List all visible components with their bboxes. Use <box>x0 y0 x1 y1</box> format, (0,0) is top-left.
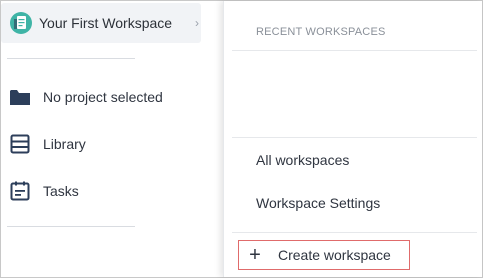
workspace-dropdown: RECENT WORKSPACES All workspaces Workspa… <box>223 1 482 277</box>
sidebar-item-label: No project selected <box>43 89 163 105</box>
dropdown-divider <box>232 137 477 138</box>
sidebar: Your First Workspace › No project select… <box>1 1 223 277</box>
recent-workspaces-heading: RECENT WORKSPACES <box>256 26 386 38</box>
create-workspace-button[interactable]: + Create workspace <box>238 240 410 270</box>
workspace-avatar-icon <box>10 12 32 34</box>
sidebar-item-library[interactable]: Library <box>9 129 209 159</box>
sidebar-item-label: Library <box>43 136 86 152</box>
sidebar-divider <box>7 226 135 227</box>
tasks-icon <box>9 180 31 202</box>
sidebar-item-project[interactable]: No project selected <box>9 82 209 112</box>
chevron-right-icon: › <box>195 16 199 30</box>
folder-icon <box>9 86 31 108</box>
workspace-switcher[interactable]: Your First Workspace › <box>1 3 201 43</box>
sidebar-item-tasks[interactable]: Tasks <box>9 176 209 206</box>
all-workspaces-link[interactable]: All workspaces <box>256 152 349 168</box>
library-icon <box>9 133 31 155</box>
dropdown-divider <box>232 232 477 233</box>
workspace-title: Your First Workspace <box>39 15 173 31</box>
create-workspace-label: Create workspace <box>278 247 391 263</box>
plus-icon: + <box>249 244 261 266</box>
sidebar-item-label: Tasks <box>43 183 79 199</box>
sidebar-divider <box>7 58 135 59</box>
workspace-settings-link[interactable]: Workspace Settings <box>256 195 380 211</box>
dropdown-divider <box>232 50 477 51</box>
